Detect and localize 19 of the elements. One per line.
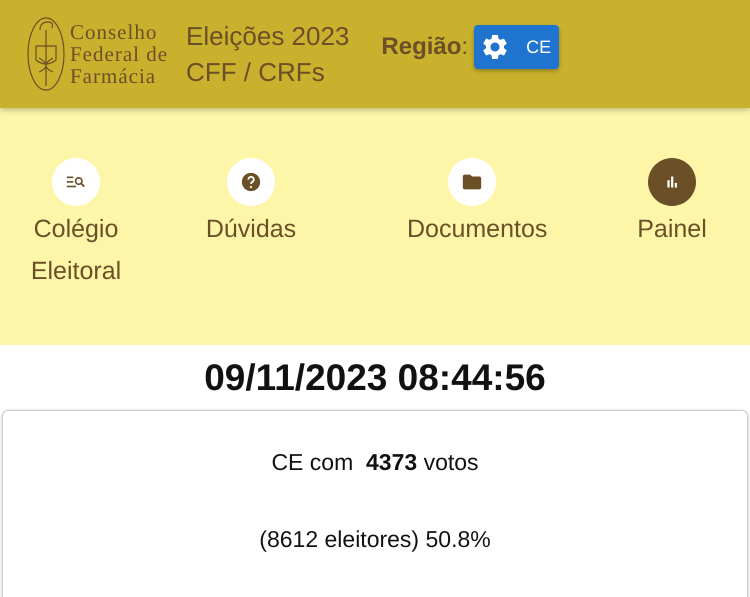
folder-icon bbox=[448, 158, 496, 206]
app-title: CFF / CRFs bbox=[186, 57, 326, 87]
app-title: Eleições 2023 bbox=[186, 21, 350, 51]
caduceus-logo-icon bbox=[26, 16, 66, 92]
logo-text: Farmácia bbox=[70, 65, 158, 87]
search-list-icon bbox=[52, 158, 100, 206]
logo-text: Federal de bbox=[70, 43, 168, 65]
timestamp: 09/11/2023 08:44:56 bbox=[203, 356, 547, 400]
nav-item[interactable]: Painel bbox=[594, 158, 750, 250]
vote-summary-text: CE com 4373 votos bbox=[271, 449, 479, 476]
nav-item[interactable]: Documentos bbox=[350, 158, 594, 250]
nav-item[interactable]: Colégio Eleitoral bbox=[0, 158, 152, 292]
help-icon bbox=[227, 158, 275, 206]
vote-summary-text: (8612 eleitores) 50.8% bbox=[259, 526, 491, 553]
logo-text: Conselho bbox=[70, 21, 158, 43]
region-button[interactable]: CE bbox=[474, 25, 560, 69]
region-label: Região: bbox=[381, 33, 468, 61]
bar-chart-icon bbox=[648, 158, 696, 206]
nav-item[interactable]: Dúvidas bbox=[152, 158, 350, 250]
